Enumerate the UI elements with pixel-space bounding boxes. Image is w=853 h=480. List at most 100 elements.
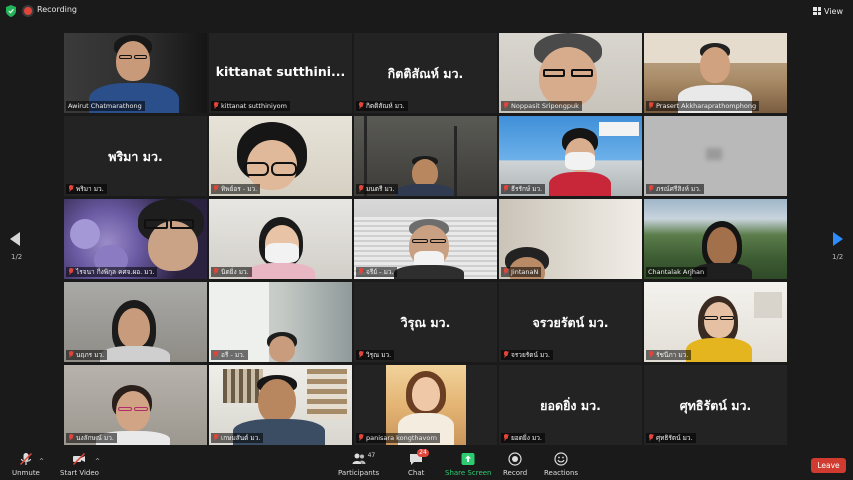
chat-icon-wrap: 24 xyxy=(409,449,429,466)
next-page-arrow-icon[interactable] xyxy=(833,232,843,246)
meeting-top-bar: Recording View xyxy=(0,0,853,22)
participant-tile[interactable]: ธีรรักษ์ มว. xyxy=(499,116,642,196)
participant-tile[interactable]: นฤภร มว. xyxy=(64,282,207,362)
participant-tile[interactable]: วิรุณ มว. วิรุณ มว. xyxy=(354,282,497,362)
participant-tile[interactable]: ทิพย์อร - มว. xyxy=(209,116,352,196)
participant-tile[interactable]: ภรณ์ศรีสิงห์ มว. xyxy=(644,116,787,196)
leave-button[interactable]: Leave xyxy=(811,458,846,473)
participant-nameplate: นงลักษณ์ มว. xyxy=(66,433,117,443)
participant-display-name: ศุทธิรัตน์ มว. xyxy=(679,398,752,413)
participant-nameplate: วิรุณ มว. xyxy=(356,350,395,360)
muted-mic-icon xyxy=(648,102,654,110)
chat-button[interactable]: 24 Chat xyxy=(408,449,429,477)
participants-button[interactable]: 47 Participants xyxy=(338,452,379,477)
muted-mic-icon xyxy=(503,434,509,442)
participant-nameplate: Awirut Chatmarathong xyxy=(66,101,145,111)
encryption-shield-icon[interactable] xyxy=(6,5,16,17)
participant-name: Prasert Akkharaprathomphong xyxy=(656,102,757,110)
participant-name: จรวยรัตน์ มว. xyxy=(511,351,550,359)
participant-tile[interactable]: Prasert Akkharaprathomphong xyxy=(644,33,787,113)
video-options-caret-icon[interactable]: ^ xyxy=(95,458,100,465)
audio-options-caret-icon[interactable]: ^ xyxy=(39,458,44,465)
record-button[interactable]: Record xyxy=(503,452,527,477)
participant-tile[interactable]: มนตรี มว. xyxy=(354,116,497,196)
muted-mic-icon xyxy=(213,268,219,276)
participant-tile[interactable]: kittanat sutthini... kittanat sutthiniyo… xyxy=(209,33,352,113)
participant-tile[interactable]: นงลักษณ์ มว. xyxy=(64,365,207,445)
participant-tile[interactable]: รัชนีภา มว. xyxy=(644,282,787,362)
participants-icon-wrap: 47 xyxy=(352,452,375,466)
participant-nameplate: ภรณ์ศรีสิงห์ มว. xyxy=(646,184,704,194)
participant-name: ธีรรักษ์ มว. xyxy=(511,185,543,193)
muted-mic-icon xyxy=(213,102,219,110)
participant-nameplate: JintanaN xyxy=(501,267,542,277)
participant-name: JintanaN xyxy=(511,268,539,276)
participant-tile[interactable]: ศุทธิรัตน์ มว. ศุทธิรัตน์ มว. xyxy=(644,365,787,445)
participant-name: วิรุณ มว. xyxy=(366,351,392,359)
participant-nameplate: รัชนีภา มว. xyxy=(646,350,692,360)
recording-label[interactable]: Recording xyxy=(37,5,77,14)
participant-tile[interactable]: ไรจนา กิ่งพิกุล คศจ.ผอ. มว. xyxy=(64,199,207,279)
participant-display-name: พริมา มว. xyxy=(108,149,163,164)
share-screen-button[interactable]: Share Screen xyxy=(445,452,492,477)
participant-nameplate: นฤภร มว. xyxy=(66,350,108,360)
participant-name: พริมา มว. xyxy=(76,185,104,193)
muted-microphone-icon xyxy=(19,452,32,466)
unmute-button[interactable]: Unmute xyxy=(12,452,40,477)
participants-label: Participants xyxy=(338,469,380,477)
participant-tile[interactable]: Awirut Chatmarathong xyxy=(64,33,207,113)
participant-name: เกษมสันต์ มว. xyxy=(221,434,261,442)
unmute-label: Unmute xyxy=(12,469,40,477)
muted-mic-icon xyxy=(648,434,654,442)
participant-tile[interactable]: panisara kongthavorn xyxy=(354,365,497,445)
participant-tile-active-speaker[interactable]: Chantalak Arjhan xyxy=(644,199,787,279)
participant-tile[interactable]: พริมา มว. พริมา มว. xyxy=(64,116,207,196)
participant-display-name: กิตติสัณห์ มว. xyxy=(387,66,464,81)
participant-tile[interactable]: JintanaN xyxy=(499,199,642,279)
participant-nameplate: มนตรี มว. xyxy=(356,184,398,194)
chat-label: Chat xyxy=(408,469,425,477)
participant-display-name: ยอดยิ่ง มว. xyxy=(540,398,601,413)
muted-mic-icon xyxy=(68,268,74,276)
participant-tile[interactable]: กิตติสัณห์ มว. กิตติสัณห์ มว. xyxy=(354,33,497,113)
participant-nameplate: เกษมสันต์ มว. xyxy=(211,433,264,443)
participant-name: ศุทธิรัตน์ มว. xyxy=(656,434,693,442)
participant-name: ภรณ์ศรีสิงห์ มว. xyxy=(656,185,701,193)
participant-nameplate: พริมา มว. xyxy=(66,184,107,194)
participant-display-name: kittanat sutthini... xyxy=(215,64,346,79)
view-button[interactable]: View xyxy=(809,4,847,18)
participants-count: 47 xyxy=(367,452,376,459)
muted-mic-icon xyxy=(213,351,219,359)
start-video-button[interactable]: Start Video xyxy=(60,452,99,477)
chat-unread-badge: 24 xyxy=(417,449,429,457)
record-label: Record xyxy=(503,469,528,477)
muted-mic-icon xyxy=(358,185,364,193)
participant-name: panisara kongthavorn xyxy=(366,434,438,442)
participant-tile[interactable]: นิตยิ่ง มว. xyxy=(209,199,352,279)
previous-page-arrow-icon[interactable] xyxy=(10,232,20,246)
muted-mic-icon xyxy=(648,185,654,193)
participant-name: Awirut Chatmarathong xyxy=(68,102,142,110)
participant-nameplate: kittanat sutthiniyom xyxy=(211,101,290,111)
reactions-button[interactable]: Reactions xyxy=(544,452,578,477)
participant-name: นฤภร มว. xyxy=(76,351,105,359)
muted-mic-icon xyxy=(68,434,74,442)
participant-tile[interactable]: Noppasit Sripongpuk xyxy=(499,33,642,113)
muted-mic-icon xyxy=(358,434,364,442)
muted-mic-icon xyxy=(68,185,74,193)
participant-tile[interactable]: อรี - มว. xyxy=(209,282,352,362)
participant-tile[interactable]: จรีย์ - มว. xyxy=(354,199,497,279)
participant-tile[interactable]: จรวยรัตน์ มว. จรวยรัตน์ มว. xyxy=(499,282,642,362)
participant-name: นงลักษณ์ มว. xyxy=(76,434,114,442)
muted-mic-icon xyxy=(68,351,74,359)
grid-view-icon xyxy=(813,7,822,15)
participant-nameplate: ยอดยิ่ง มว. xyxy=(501,433,545,443)
participant-nameplate: ธีรรักษ์ มว. xyxy=(501,184,546,194)
participant-nameplate: panisara kongthavorn xyxy=(356,433,441,443)
participant-nameplate: Noppasit Sripongpuk xyxy=(501,101,582,111)
participant-tile[interactable]: เกษมสันต์ มว. xyxy=(209,365,352,445)
participant-nameplate: นิตยิ่ง มว. xyxy=(211,267,252,277)
video-off-icon xyxy=(73,452,86,466)
participant-tile[interactable]: ยอดยิ่ง มว. ยอดยิ่ง มว. xyxy=(499,365,642,445)
participant-name: นิตยิ่ง มว. xyxy=(221,268,249,276)
